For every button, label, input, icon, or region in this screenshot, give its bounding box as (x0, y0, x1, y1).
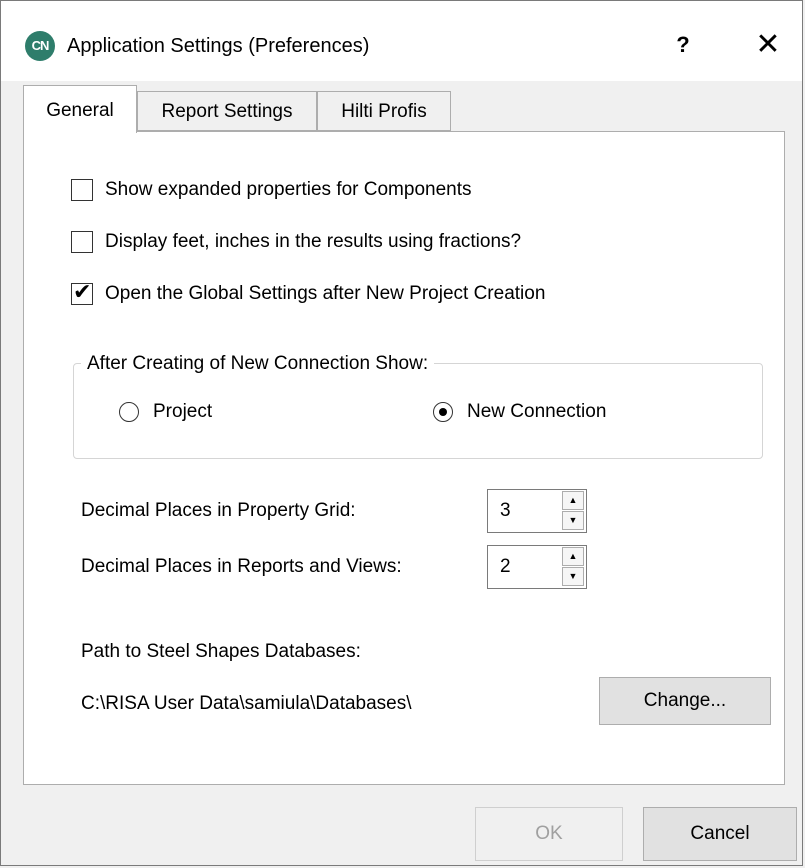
close-button[interactable]: ✕ (743, 23, 793, 67)
tab-report-settings[interactable]: Report Settings (137, 91, 317, 131)
decimal-property-grid-value[interactable]: 3 (500, 490, 511, 532)
checkmark-icon: ✔ (73, 279, 92, 304)
fractions-checkbox[interactable] (71, 231, 93, 253)
project-radio-label: Project (153, 401, 213, 422)
radio-row-new-connection[interactable]: New Connection (433, 397, 606, 427)
tab-hilti-profis[interactable]: Hilti Profis (317, 91, 451, 131)
new-connection-radio[interactable] (433, 402, 453, 422)
decimal-reports-value[interactable]: 2 (500, 546, 511, 588)
expanded-properties-checkbox[interactable] (71, 179, 93, 201)
dialog-title: Application Settings (Preferences) (67, 35, 370, 57)
ok-button[interactable]: OK (475, 807, 623, 861)
expanded-properties-label: Show expanded properties for Components (105, 179, 472, 200)
spin-up-icon[interactable]: ▲ (562, 491, 584, 510)
open-global-settings-checkbox[interactable]: ✔ (71, 279, 93, 305)
spin-up-icon[interactable]: ▲ (562, 547, 584, 566)
fractions-label: Display feet, inches in the results usin… (105, 231, 522, 252)
checkbox-row-open-global-settings[interactable]: ✔ Open the Global Settings after New Pro… (71, 279, 545, 309)
new-connection-radio-label: New Connection (467, 401, 607, 422)
spin-down-icon[interactable]: ▼ (562, 567, 584, 586)
decimal-reports-label: Decimal Places in Reports and Views: (81, 556, 402, 577)
radio-row-project[interactable]: Project (119, 397, 212, 427)
tab-general[interactable]: General (23, 85, 137, 133)
project-radio[interactable] (119, 402, 139, 422)
checkbox-row-expanded-properties[interactable]: Show expanded properties for Components (71, 175, 472, 205)
decimal-property-grid-stepper[interactable]: 3 ▲ ▼ (487, 489, 587, 533)
open-global-settings-label: Open the Global Settings after New Proje… (105, 283, 546, 304)
title-bar: CN Application Settings (Preferences) ? … (1, 1, 802, 81)
checkbox-row-fractions[interactable]: Display feet, inches in the results usin… (71, 227, 521, 257)
groupbox-title: After Creating of New Connection Show: (81, 351, 435, 377)
cancel-button[interactable]: Cancel (643, 807, 797, 861)
help-button[interactable]: ? (661, 23, 705, 67)
decimal-property-grid-label: Decimal Places in Property Grid: (81, 500, 356, 521)
path-label: Path to Steel Shapes Databases: (81, 641, 361, 662)
change-path-button[interactable]: Change... (599, 677, 771, 725)
decimal-reports-stepper[interactable]: 2 ▲ ▼ (487, 545, 587, 589)
radio-selected-dot (439, 408, 447, 416)
spin-down-icon[interactable]: ▼ (562, 511, 584, 530)
settings-dialog: CN Application Settings (Preferences) ? … (0, 0, 803, 866)
path-value: C:\RISA User Data\samiula\Databases\ (81, 693, 412, 714)
app-logo-icon: CN (25, 31, 55, 61)
